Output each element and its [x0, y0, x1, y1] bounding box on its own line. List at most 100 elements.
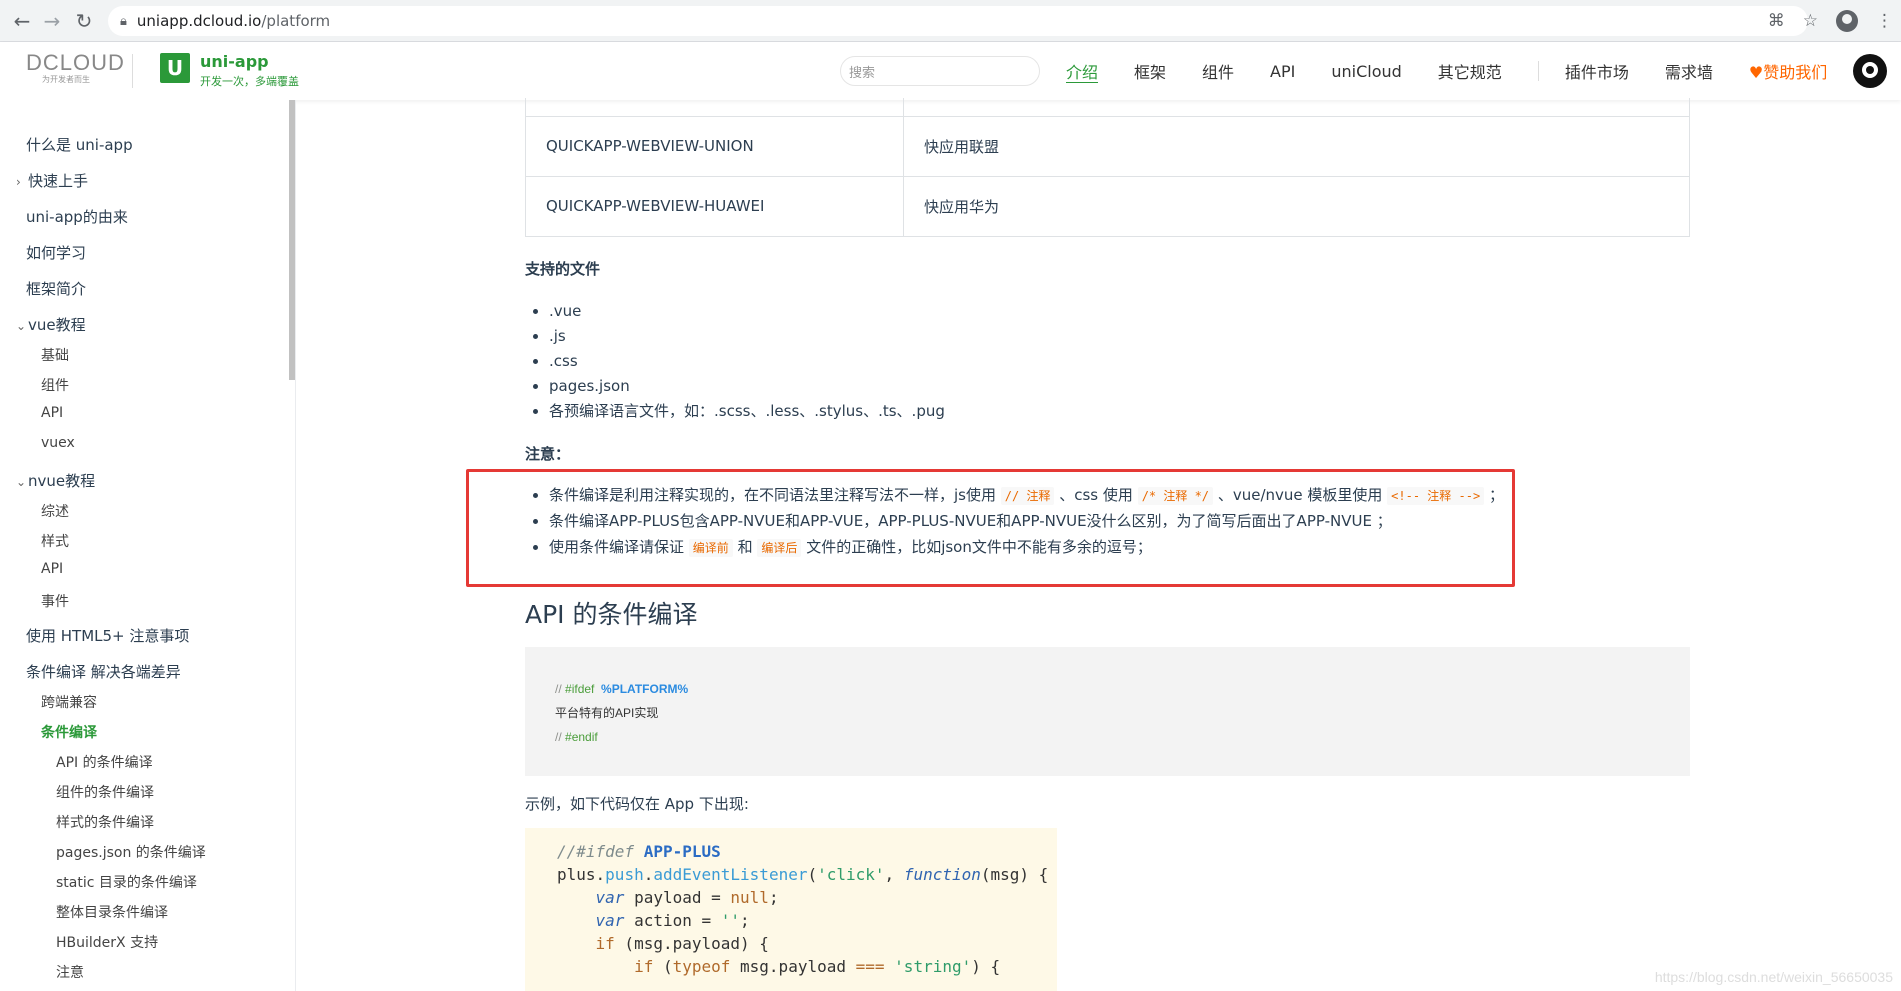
sidebar-item-api-conditional[interactable]: API 的条件编译: [56, 752, 153, 772]
note-text: 、css 使用: [1059, 486, 1133, 504]
code-line: if (msg.payload) {: [595, 934, 769, 953]
note-text: 使用条件编译请保证: [549, 538, 685, 556]
example-description: 示例，如下代码仅在 App 下出现:: [525, 795, 749, 813]
uni-app-brand[interactable]: uni-app 开发一次，多端覆盖: [200, 52, 299, 89]
lock-icon: 🔒︎: [120, 13, 127, 29]
reload-icon[interactable]: ↻: [70, 7, 98, 35]
nav-requirements[interactable]: 需求墙: [1665, 59, 1713, 83]
sidebar-item-what-is[interactable]: 什么是 uni-app: [26, 134, 133, 155]
sidebar-item-component-conditional[interactable]: 组件的条件编译: [56, 782, 154, 802]
sidebar-item-conditional-compile[interactable]: 条件编译: [41, 722, 97, 742]
inline-code: 编译前: [688, 539, 733, 557]
api-section-heading: API 的条件编译: [525, 600, 698, 629]
address-bar[interactable]: 🔒︎ uniapp.dcloud.io/platform: [108, 6, 1808, 36]
sidebar-item-hbuilderx-support[interactable]: HBuilderX 支持: [56, 932, 158, 952]
note-text: 、vue/nvue 模板里使用: [1217, 486, 1383, 504]
translate-icon[interactable]: ⌘: [1768, 11, 1785, 31]
chevron-down-icon: ⌄: [16, 319, 27, 333]
code-line: var action = '';: [595, 911, 750, 930]
files-list: .vue .js .css pages.json 各预编译语言文件，如：.scs…: [545, 299, 945, 424]
github-icon[interactable]: [1853, 54, 1887, 88]
url-path: /platform: [261, 12, 331, 30]
chevron-down-icon: ⌄: [16, 475, 27, 489]
sidebar-item-label: 快速上手: [28, 172, 89, 190]
code-block-example: //#ifdef APP-PLUS plus.push.addEventListe…: [525, 828, 1057, 991]
url-host: uniapp.dcloud.io: [136, 12, 262, 30]
sidebar-item-html5plus-notes[interactable]: 使用 HTML5+ 注意事项: [26, 625, 189, 646]
note-text: 文件的正确性，比如json文件中不能有多余的逗号；: [806, 538, 1152, 556]
main-content: QUICKAPP-WEBVIEW-UNION 快应用联盟 QUICKAPP-WE…: [296, 98, 1901, 991]
sidebar-item-vuex[interactable]: vuex: [41, 435, 75, 451]
header-divider: [132, 54, 133, 88]
list-item: 使用条件编译请保证 编译前 和 编译后 文件的正确性，比如json文件中不能有多…: [549, 534, 1605, 560]
sidebar-item-vue-tutorial[interactable]: ⌄ vue教程: [16, 314, 86, 335]
sidebar-scrollbar[interactable]: [289, 100, 295, 380]
sidebar-item-quickstart[interactable]: › 快速上手: [16, 170, 88, 191]
code-line: if (typeof msg.payload === 'string') {: [634, 957, 1001, 976]
nav-plugin-market[interactable]: 插件市场: [1565, 59, 1629, 83]
sidebar-item-notes[interactable]: 注意: [56, 962, 84, 982]
uni-app-logo-icon[interactable]: U: [160, 53, 190, 83]
nav-components[interactable]: 组件: [1202, 59, 1234, 83]
inline-code: 编译后: [757, 539, 802, 557]
note-heading: 注意：: [525, 445, 571, 463]
table-cell: [903, 98, 1690, 117]
dcloud-logo-text: DCLOUD: [26, 50, 125, 75]
chevron-right-icon: ›: [16, 175, 21, 189]
code-line: // #ifdef %PLATFORM%: [555, 682, 689, 696]
code-line: plus.push.addEventListener('click', func…: [557, 865, 1049, 884]
sidebar-item-nvue-styles[interactable]: 样式: [41, 531, 69, 551]
list-item: 条件编译是利用注释实现的，在不同语法里注释写法不一样，js使用 // 注释 、c…: [549, 482, 1605, 508]
sidebar-item-vue-api[interactable]: API: [41, 405, 63, 421]
nav-unicloud[interactable]: uniCloud: [1331, 62, 1401, 81]
sidebar-item-nvue-api[interactable]: API: [41, 561, 63, 577]
inline-code: // 注释: [1000, 487, 1055, 505]
sidebar-item-nvue-events[interactable]: 事件: [41, 591, 69, 611]
sidebar-item-pagesjson-conditional[interactable]: pages.json 的条件编译: [56, 842, 206, 862]
nav-intro[interactable]: 介绍: [1066, 59, 1098, 83]
sidebar-item-conditional-compile-section[interactable]: 条件编译 解决各端差异: [26, 661, 181, 682]
sidebar-item-directory-conditional[interactable]: 整体目录条件编译: [56, 902, 168, 922]
sidebar-item-framework-intro[interactable]: 框架简介: [26, 278, 86, 299]
forward-arrow-icon[interactable]: →: [38, 7, 66, 35]
table-cell: [525, 98, 904, 117]
table-row: QUICKAPP-WEBVIEW-HUAWEI 快应用华为: [525, 175, 1690, 237]
table-row: [525, 98, 1690, 117]
sidebar-item-nvue-tutorial[interactable]: ⌄ nvue教程: [16, 470, 95, 491]
uni-app-name: uni-app: [200, 52, 269, 71]
sidebar-item-nvue-overview[interactable]: 综述: [41, 501, 69, 521]
code-line: //#ifdef APP-PLUS: [557, 842, 721, 861]
inline-code: /* 注释 */: [1137, 487, 1214, 505]
menu-kebab-icon[interactable]: ⋮: [1876, 11, 1893, 31]
list-item: 各预编译语言文件，如：.scss、.less、.stylus、.ts、.pug: [549, 399, 945, 424]
dcloud-logo[interactable]: DCLOUD 为开发者而生: [26, 50, 125, 85]
sidebar-item-label: nvue教程: [28, 472, 96, 490]
sidebar-item-static-conditional[interactable]: static 目录的条件编译: [56, 872, 197, 892]
back-arrow-icon[interactable]: ←: [8, 7, 36, 35]
list-item: pages.json: [549, 374, 945, 399]
list-item: 条件编译APP-PLUS包含APP-NVUE和APP-VUE，APP-PLUS-…: [549, 508, 1605, 534]
note-text: ；: [1488, 486, 1504, 504]
sidebar-item-vue-basics[interactable]: 基础: [41, 345, 69, 365]
sidebar-item-origin[interactable]: uni-app的由来: [26, 206, 128, 227]
browser-toolbar: ← → ↻ 🔒︎ uniapp.dcloud.io/platform ⌘ ☆ ⋮: [0, 0, 1901, 42]
star-icon[interactable]: ☆: [1803, 11, 1818, 31]
sidebar-item-vue-components[interactable]: 组件: [41, 375, 69, 395]
sidebar-item-label: vue教程: [28, 316, 86, 334]
code-block-platform: // #ifdef %PLATFORM% 平台特有的API实现 // #endi…: [525, 647, 1690, 776]
inline-code: <!-- 注释 -->: [1387, 487, 1485, 505]
nav-api[interactable]: API: [1270, 62, 1295, 81]
platform-table: QUICKAPP-WEBVIEW-UNION 快应用联盟 QUICKAPP-WE…: [525, 98, 1690, 237]
sidebar-item-style-conditional[interactable]: 样式的条件编译: [56, 812, 154, 832]
nav-sponsor[interactable]: ♥赞助我们: [1749, 59, 1827, 83]
files-heading: 支持的文件: [525, 260, 601, 278]
nav-framework[interactable]: 框架: [1134, 59, 1166, 83]
sidebar-item-how-to-learn[interactable]: 如何学习: [26, 242, 86, 263]
nav-other-specs[interactable]: 其它规范: [1438, 59, 1502, 83]
top-nav: 介绍 框架 组件 API uniCloud 其它规范 插件市场 需求墙 ♥赞助我…: [1066, 42, 1863, 100]
sidebar-item-cross-platform[interactable]: 跨端兼容: [41, 692, 97, 712]
table-row: QUICKAPP-WEBVIEW-UNION 快应用联盟: [525, 115, 1690, 177]
search-input[interactable]: 搜索: [840, 56, 1040, 86]
code-line: // #endif: [555, 730, 598, 744]
profile-avatar-icon[interactable]: [1836, 10, 1858, 32]
